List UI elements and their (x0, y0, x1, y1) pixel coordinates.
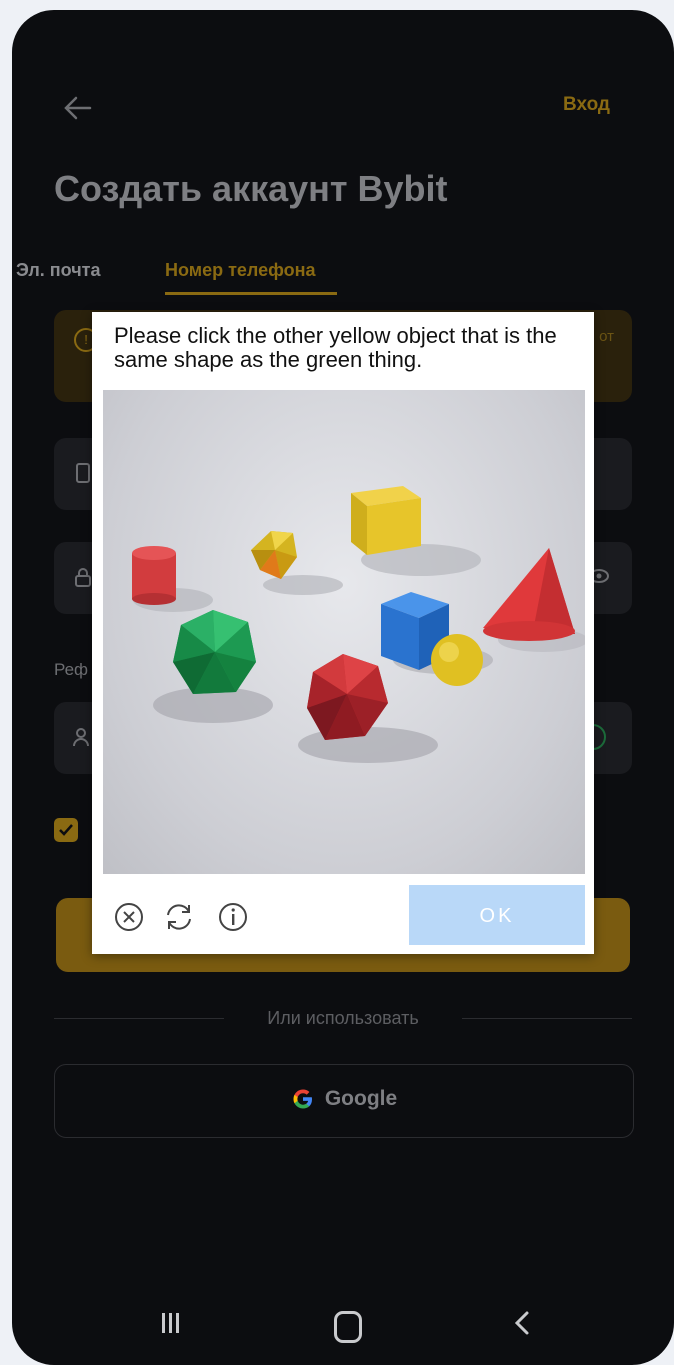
phone-icon (76, 463, 90, 483)
refresh-icon[interactable] (162, 900, 196, 934)
google-label: Google (324, 1087, 398, 1110)
green-icosahedron[interactable] (173, 610, 256, 694)
system-nav-bar (12, 1255, 674, 1365)
nav-back-icon[interactable] (512, 1309, 532, 1337)
google-signin-button[interactable]: Google (54, 1064, 634, 1138)
notice-text: от (599, 328, 614, 345)
user-icon (73, 728, 89, 747)
red-cylinder[interactable] (132, 546, 176, 605)
close-icon[interactable] (112, 900, 146, 934)
tab-email[interactable]: Эл. почта (16, 260, 101, 281)
signup-tabs: Эл. почта Номер телефона (12, 260, 674, 300)
yellow-cube[interactable] (351, 486, 421, 555)
red-icosahedron[interactable] (307, 654, 388, 740)
captcha-dialog: Please click the other yellow object tha… (92, 312, 594, 954)
recents-icon[interactable] (160, 1311, 180, 1335)
checkmark-icon (59, 824, 73, 836)
page-title: Создать аккаунт Bybit (54, 168, 448, 209)
referral-label: Реф (54, 660, 89, 679)
back-arrow-icon[interactable] (60, 90, 96, 126)
tab-active-indicator (165, 292, 337, 295)
captcha-image[interactable] (103, 390, 585, 874)
captcha-prompt: Please click the other yellow object tha… (114, 323, 557, 372)
lock-icon (75, 568, 91, 587)
yellow-icosahedron[interactable] (251, 531, 297, 579)
agree-checkbox[interactable] (54, 818, 78, 842)
or-divider: Или использовать (54, 1008, 632, 1028)
google-logo-icon (293, 1089, 312, 1109)
yellow-sphere[interactable] (431, 634, 483, 686)
info-icon[interactable] (216, 900, 250, 934)
ok-button[interactable]: OK (409, 885, 585, 945)
red-cone[interactable] (483, 548, 575, 641)
tab-phone[interactable]: Номер телефона (165, 260, 316, 281)
home-icon[interactable] (334, 1311, 362, 1343)
login-link[interactable]: Вход (563, 94, 610, 116)
or-text: Или использовать (267, 1008, 419, 1028)
